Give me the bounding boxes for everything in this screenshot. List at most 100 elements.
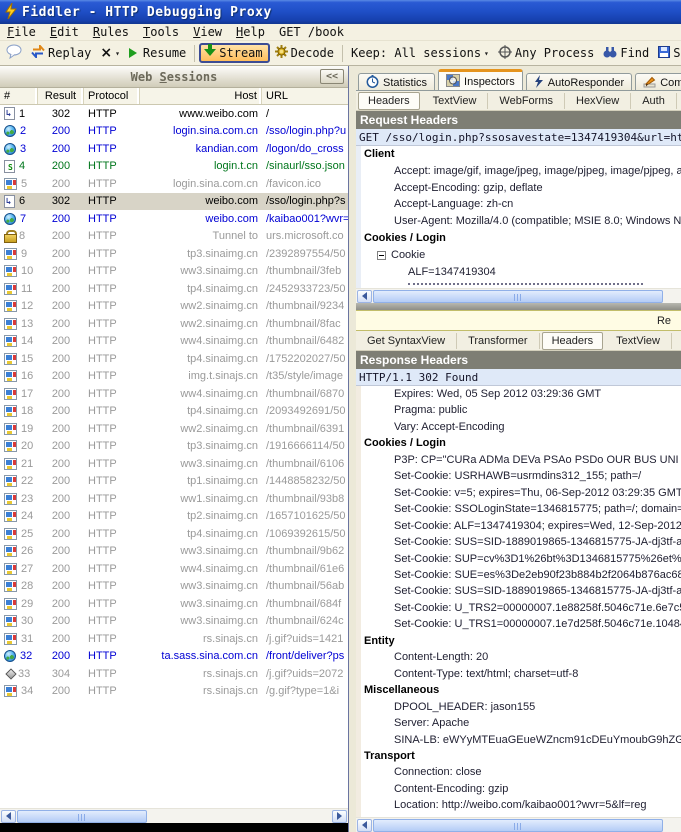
tab-headers[interactable]: Headers	[358, 92, 420, 110]
scroll-left-button[interactable]	[357, 819, 372, 832]
session-row[interactable]: 19200HTTPww2.sinaimg.cn/thumbnail/6391	[0, 420, 348, 438]
menu-item-view[interactable]: View	[186, 25, 229, 39]
request-response-splitter[interactable]	[356, 303, 681, 310]
session-row[interactable]: 15200HTTPtp4.sinaimg.cn/1752202027/50	[0, 350, 348, 368]
session-row[interactable]: 12200HTTPww2.sinaimg.cn/thumbnail/9234	[0, 298, 348, 316]
header-item[interactable]: Set-Cookie: v=5; expires=Thu, 06-Sep-201…	[361, 485, 681, 501]
header-item[interactable]: DPOOL_HEADER: jason155	[361, 699, 681, 715]
scrollbar-track[interactable]	[17, 810, 331, 823]
scrollbar-track[interactable]	[373, 819, 681, 832]
replay-button[interactable]: Replay	[27, 43, 95, 63]
header-item[interactable]: Accept-Language: zh-cn	[361, 196, 681, 213]
session-row[interactable]: 8200HTTPTunnel tours.microsoft.co	[0, 228, 348, 246]
header-item[interactable]: Set-Cookie: ALF=1347419304; expires=Wed,…	[361, 518, 681, 534]
scroll-left-button[interactable]	[1, 810, 16, 823]
tab-textview[interactable]: TextView	[422, 93, 489, 109]
header-item[interactable]: Location: http://weibo.com/kaibao001?wvr…	[361, 797, 681, 813]
scroll-right-button[interactable]	[332, 810, 347, 823]
session-row[interactable]: 10200HTTPww3.sinaimg.cn/thumbnail/3feb	[0, 263, 348, 281]
session-row[interactable]: 28200HTTPww3.sinaimg.cn/thumbnail/56ab	[0, 578, 348, 596]
session-row[interactable]: 13200HTTPww2.sinaimg.cn/thumbnail/8fac	[0, 315, 348, 333]
session-row[interactable]: 17200HTTPww4.sinaimg.cn/thumbnail/6870	[0, 385, 348, 403]
column-header-result[interactable]: Result	[38, 88, 84, 104]
session-row[interactable]: 2200HTTPlogin.sina.com.cn/sso/login.php?…	[0, 123, 348, 141]
header-item[interactable]: Cookie	[361, 247, 681, 264]
header-item[interactable]: Set-Cookie: U_TRS2=00000007.1e88258f.504…	[361, 600, 681, 616]
session-row[interactable]: 30200HTTPww3.sinaimg.cn/thumbnail/624c	[0, 613, 348, 631]
tab-im[interactable]: Im	[672, 333, 681, 349]
session-row[interactable]: 34200HTTPrs.sinajs.cn/g.gif?type=1&i	[0, 683, 348, 701]
session-row[interactable]: 9200HTTPtp3.sinaimg.cn/2392897554/50	[0, 245, 348, 263]
session-row[interactable]: 27200HTTPww4.sinaimg.cn/thumbnail/61e6	[0, 560, 348, 578]
request-horizontal-scrollbar[interactable]	[356, 288, 681, 303]
session-row[interactable]: 14200HTTPww4.sinaimg.cn/thumbnail/6482	[0, 333, 348, 351]
session-row[interactable]: 20200HTTPtp3.sinaimg.cn/1916666114/50	[0, 438, 348, 456]
menu-item-edit[interactable]: Edit	[43, 25, 86, 39]
session-row[interactable]: 22200HTTPtp1.sinaimg.cn/1448858232/50	[0, 473, 348, 491]
column-header-num[interactable]: #	[0, 88, 38, 104]
header-item[interactable]: P3P: CP="CURa ADMa DEVa PSAo PSDo OUR BU…	[361, 452, 681, 468]
menu-item-help[interactable]: Help	[229, 25, 272, 39]
tab-textview[interactable]: TextView	[605, 333, 672, 349]
header-item[interactable]: Set-Cookie: SUS=SID-1889019865-134681577…	[361, 534, 681, 550]
decode-button[interactable]: Decode	[271, 43, 338, 63]
header-item[interactable]: User-Agent: Mozilla/4.0 (compatible; MSI…	[361, 213, 681, 230]
session-row[interactable]: 33304HTTPrs.sinajs.cn/j.gif?uids=2072	[0, 665, 348, 683]
session-row[interactable]: 3200HTTPkandian.com/logon/do_cross	[0, 140, 348, 158]
tab-statistics[interactable]: Statistics	[358, 73, 435, 91]
menu-item-tools[interactable]: Tools	[136, 25, 186, 39]
header-item[interactable]: Set-Cookie: USRHAWB=usrmdins312_155; pat…	[361, 468, 681, 484]
header-item[interactable]: Pragma: public	[361, 402, 681, 418]
tab-webforms[interactable]: WebForms	[488, 93, 565, 109]
any-process-button[interactable]: Any Process	[494, 43, 598, 64]
scroll-left-button[interactable]	[357, 290, 372, 303]
sessions-horizontal-scrollbar[interactable]	[0, 808, 348, 823]
header-item[interactable]: Vary: Accept-Encoding	[361, 419, 681, 435]
tab-hexview[interactable]: HexView	[565, 93, 631, 109]
header-item[interactable]: Set-Cookie: SUS=SID-1889019865-134681577…	[361, 583, 681, 599]
scrollbar-thumb[interactable]	[17, 810, 147, 823]
session-row[interactable]: 25200HTTPtp4.sinaimg.cn/1069392615/50	[0, 525, 348, 543]
session-row[interactable]: 31200HTTPrs.sinajs.cn/j.gif?uids=1421	[0, 630, 348, 648]
scrollbar-thumb[interactable]	[373, 819, 663, 832]
header-item[interactable]: ALF=1347419304	[361, 264, 681, 281]
header-item[interactable]: Set-Cookie: SUE=es%3De2eb90f23b884b2f206…	[361, 567, 681, 583]
resume-button[interactable]: Resume	[125, 44, 190, 62]
header-item[interactable]: Accept: image/gif, image/jpeg, image/pjp…	[361, 163, 681, 180]
column-header-host[interactable]: Host	[140, 88, 262, 104]
session-row[interactable]: 5200HTTPlogin.sina.com.cn/favicon.ico	[0, 175, 348, 193]
tab-get-syntaxview[interactable]: Get SyntaxView	[356, 333, 457, 349]
header-item[interactable]: SINA-LB: eWYyMTEuaGEueWZncm91cDEuYmoubG9…	[361, 732, 681, 748]
header-item[interactable]: Expires: Wed, 05 Sep 2012 03:29:36 GMT	[361, 386, 681, 402]
response-notification-bar[interactable]: Re	[356, 310, 681, 331]
session-row[interactable]: 21200HTTPww3.sinaimg.cn/thumbnail/6106	[0, 455, 348, 473]
header-item[interactable]: Set-Cookie: SUP=cv%3D1%26bt%3D1346815775…	[361, 551, 681, 567]
tab-inspectors[interactable]: Inspectors	[438, 69, 523, 91]
scrollbar-thumb[interactable]	[373, 290, 663, 303]
tab-transformer[interactable]: Transformer	[457, 333, 540, 349]
menu-item-file[interactable]: File	[0, 25, 43, 39]
session-row[interactable]: 24200HTTPtp2.sinaimg.cn/1657101625/50	[0, 508, 348, 526]
keep-sessions-dropdown[interactable]: Keep: All sessions▾	[347, 44, 493, 62]
header-item[interactable]: Server: Apache	[361, 715, 681, 731]
menu-item-get-book[interactable]: GET /book	[272, 25, 351, 39]
stream-button[interactable]: Stream	[199, 43, 269, 63]
quickexec-input[interactable]	[0, 823, 348, 832]
session-row[interactable]: 23200HTTPww1.sinaimg.cn/thumbnail/93b8	[0, 490, 348, 508]
session-row[interactable]: 26200HTTPww3.sinaimg.cn/thumbnail/9b62	[0, 543, 348, 561]
menu-item-rules[interactable]: Rules	[86, 25, 136, 39]
header-item[interactable]: Connection: close	[361, 764, 681, 780]
session-row[interactable]: 6302HTTPweibo.com/sso/login.php?s	[0, 193, 348, 211]
header-item[interactable]: Set-Cookie: SSOLoginState=1346815775; pa…	[361, 501, 681, 517]
session-row[interactable]: 32200HTTPta.sass.sina.com.cn/front/deliv…	[0, 648, 348, 666]
tab-autoresponder[interactable]: AutoResponder	[526, 73, 632, 91]
session-row[interactable]: 7200HTTPweibo.com/kaibao001?wvr=	[0, 210, 348, 228]
column-header-url[interactable]: URL	[262, 88, 348, 104]
header-item[interactable]: Content-Encoding: gzip	[361, 781, 681, 797]
panel-splitter[interactable]	[349, 66, 356, 832]
header-item[interactable]: Content-Type: text/html; charset=utf-8	[361, 666, 681, 682]
session-row[interactable]: 1302HTTPwww.weibo.com/	[0, 105, 348, 123]
comment-bubble-button[interactable]	[2, 42, 26, 64]
collapse-panel-button[interactable]: <<	[320, 69, 344, 84]
session-row[interactable]: 29200HTTPww3.sinaimg.cn/thumbnail/684f	[0, 595, 348, 613]
